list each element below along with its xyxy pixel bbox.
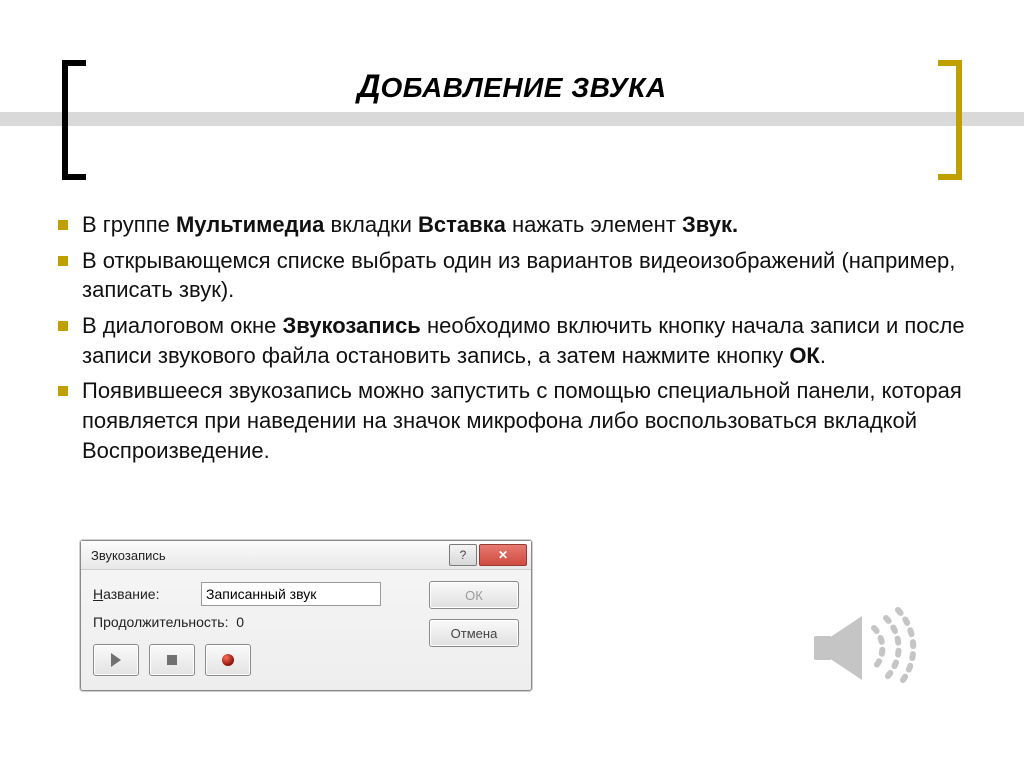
bold: Звукозапись: [283, 313, 421, 338]
duration-value: 0: [236, 614, 244, 630]
play-icon: [111, 653, 121, 667]
bullet-4: Появившееся звукозапись можно запустить …: [48, 376, 984, 465]
bullet-3: В диалоговом окне Звукозапись необходимо…: [48, 311, 984, 370]
name-label: Название:: [93, 586, 201, 602]
title-rule: [0, 112, 1024, 126]
record-icon: [222, 654, 234, 666]
title-rest: ОБАВЛЕНИЕ ЗВУКА: [381, 72, 667, 103]
stop-icon: [167, 655, 177, 665]
dialog-titlebar[interactable]: Звукозапись ? ✕: [81, 541, 531, 570]
text: вкладки: [324, 212, 418, 237]
dialog-right-buttons: ОК Отмена: [429, 581, 519, 647]
play-button[interactable]: [93, 644, 139, 676]
bold: ОК: [789, 343, 820, 368]
close-button[interactable]: ✕: [479, 544, 527, 566]
text: .: [820, 343, 826, 368]
text: азвание:: [103, 586, 159, 602]
bold: Вставка: [418, 212, 506, 237]
body-bullets: В группе Мультимедиа вкладки Вставка наж…: [48, 210, 984, 472]
page-title: ДОБАВЛЕНИЕ ЗВУКА: [100, 68, 924, 105]
dialog-title: Звукозапись: [91, 548, 447, 563]
text: В диалоговом окне: [82, 313, 283, 338]
stop-button[interactable]: [149, 644, 195, 676]
close-icon: ✕: [498, 548, 508, 562]
bold: Мультимедиа: [176, 212, 324, 237]
transport-controls: [93, 644, 519, 676]
speaker-icon: [804, 598, 924, 698]
bracket-left: [62, 60, 94, 180]
bold: Звук.: [682, 212, 738, 237]
help-button[interactable]: ?: [449, 544, 477, 566]
bullet-2: В открывающемся списке выбрать один из в…: [48, 246, 984, 305]
title-first-letter: Д: [357, 68, 380, 104]
cancel-button[interactable]: Отмена: [429, 619, 519, 647]
name-input[interactable]: [201, 582, 381, 606]
help-icon: ?: [460, 548, 467, 562]
text: нажать элемент: [506, 212, 682, 237]
bullet-1: В группе Мультимедиа вкладки Вставка наж…: [48, 210, 984, 240]
record-button[interactable]: [205, 644, 251, 676]
ok-button[interactable]: ОК: [429, 581, 519, 609]
mnemonic: Н: [93, 586, 103, 602]
bracket-right: [930, 60, 962, 180]
text: В группе: [82, 212, 176, 237]
duration-label: Продолжительность:: [93, 614, 228, 630]
sound-recorder-dialog: Звукозапись ? ✕ Название: Продолжительно…: [80, 540, 532, 691]
